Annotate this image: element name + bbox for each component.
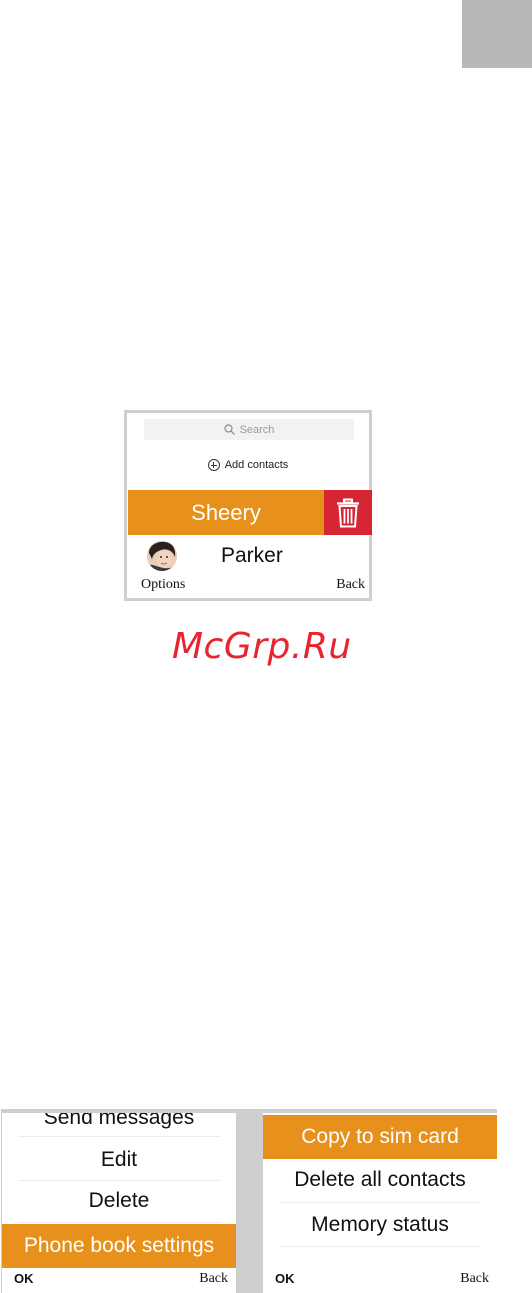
options-menu-screen: Send messages Edit Delete Phone book set… <box>2 1113 236 1293</box>
contact-name: Sheery <box>191 499 261 525</box>
watermark: McGrp.Ru <box>172 626 352 667</box>
search-icon <box>223 424 235 435</box>
menu-item-memory-status[interactable]: Memory status <box>263 1203 497 1247</box>
add-circle-icon <box>207 459 220 471</box>
delete-contact-button[interactable] <box>324 490 372 535</box>
menu-item-label: Send messages <box>43 1113 195 1129</box>
divider <box>18 1222 220 1223</box>
search-placeholder: Search <box>239 423 275 436</box>
back-softkey[interactable]: Back <box>460 1271 489 1287</box>
avatar <box>147 541 177 571</box>
divider <box>18 1136 220 1137</box>
ok-softkey[interactable]: OK <box>275 1271 295 1286</box>
menu-item-label: Memory status <box>311 1213 449 1236</box>
menu-item-delete-all-contacts[interactable]: Delete all contacts <box>263 1158 497 1202</box>
menu-item-phone-book-settings[interactable]: Phone book settings <box>2 1224 236 1268</box>
back-softkey[interactable]: Back <box>336 577 365 593</box>
add-contacts-button[interactable]: Add contacts <box>127 453 369 477</box>
add-contacts-label: Add contacts <box>224 459 289 471</box>
menu-item-label: Delete all contacts <box>294 1168 466 1191</box>
softkey-bar: OK Back <box>2 1269 236 1291</box>
menu-item-label: Phone book settings <box>23 1234 215 1257</box>
page-corner-tab <box>462 0 532 68</box>
contacts-screen: Search Add contacts Sheery Parker Option… <box>124 410 372 601</box>
contact-row-selected[interactable]: Sheery <box>128 490 324 535</box>
menu-item-edit[interactable]: Edit <box>2 1138 236 1182</box>
softkey-bar: Options Back <box>127 577 369 597</box>
divider <box>279 1246 481 1247</box>
menu-item-copy-to-sim[interactable]: Copy to sim card <box>263 1115 497 1159</box>
contact-row[interactable]: Parker <box>127 537 369 577</box>
menu-item-delete[interactable]: Delete <box>2 1179 236 1223</box>
trash-icon <box>337 498 359 527</box>
menu-item-label: Delete <box>88 1189 150 1212</box>
ok-softkey[interactable]: OK <box>14 1271 34 1286</box>
contact-name: Parker <box>221 544 283 567</box>
phone-book-settings-screen: Copy to sim card Delete all contacts Mem… <box>263 1113 497 1293</box>
softkey-bar: OK Back <box>263 1269 497 1291</box>
menu-item-label: Copy to sim card <box>301 1125 459 1148</box>
back-softkey[interactable]: Back <box>199 1271 228 1287</box>
options-softkey[interactable]: Options <box>141 577 185 593</box>
menu-item-label: Edit <box>100 1148 138 1171</box>
search-input[interactable]: Search <box>144 419 354 440</box>
